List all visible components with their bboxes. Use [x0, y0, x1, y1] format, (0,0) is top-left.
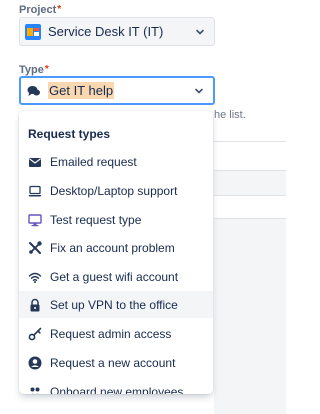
option-label: Get a guest wifi account [50, 269, 179, 284]
option-request-new-account[interactable]: Request a new account [19, 349, 213, 376]
option-label: Fix an account problem [50, 240, 175, 255]
group-heading: Request types [28, 127, 111, 141]
create-issue-form: he list. Project* Service Desk IT (IT) T… [0, 0, 286, 414]
option-fix-account-problem[interactable]: Fix an account problem [19, 234, 213, 261]
background-panel [214, 170, 286, 196]
option-vpn-setup[interactable]: Set up VPN to the office [19, 291, 213, 318]
option-label: Request admin access [50, 326, 172, 341]
monitor-icon [28, 213, 42, 226]
project-avatar-icon [25, 23, 41, 40]
required-marker: * [57, 4, 62, 15]
option-label: Test request type [50, 212, 142, 227]
key-icon [28, 327, 42, 340]
type-label: Type* [19, 64, 49, 76]
option-label: Set up VPN to the office [50, 297, 178, 312]
wifi-icon [28, 272, 42, 283]
envelope-icon [29, 157, 41, 167]
divider [214, 141, 286, 142]
tools-icon [29, 240, 42, 254]
user-circle-icon [28, 356, 42, 369]
option-label: Request a new account [50, 355, 176, 370]
project-label: Project* [19, 4, 62, 16]
option-label: Desktop/Laptop support [50, 183, 178, 198]
option-label: Onboard new employees [50, 384, 184, 395]
chat-bubbles-icon [27, 85, 40, 96]
option-guest-wifi-account[interactable]: Get a guest wifi account [19, 263, 213, 290]
project-select[interactable]: Service Desk IT (IT) [19, 17, 215, 46]
project-value: Service Desk IT (IT) [48, 24, 164, 39]
laptop-icon [28, 185, 42, 196]
people-icon [30, 387, 40, 394]
type-dropdown-menu: Request types Emailed request Desktop/La… [19, 111, 213, 394]
option-desktop-laptop-support[interactable]: Desktop/Laptop support [19, 177, 213, 204]
required-marker: * [44, 64, 49, 75]
chevron-down-icon [196, 29, 204, 34]
option-onboard-new-employees[interactable]: Onboard new employees [19, 378, 213, 394]
option-test-request-type[interactable]: Test request type [19, 206, 213, 233]
type-help-text: he list. [214, 109, 246, 121]
option-label: Emailed request [50, 154, 137, 169]
lock-icon [30, 298, 40, 311]
chevron-down-icon [195, 88, 203, 93]
option-request-admin-access[interactable]: Request admin access [19, 320, 213, 347]
type-value[interactable]: Get IT help [48, 82, 115, 99]
type-select[interactable]: Get IT help [19, 76, 215, 105]
background-panel [214, 219, 286, 414]
option-emailed-request[interactable]: Emailed request [19, 148, 213, 175]
